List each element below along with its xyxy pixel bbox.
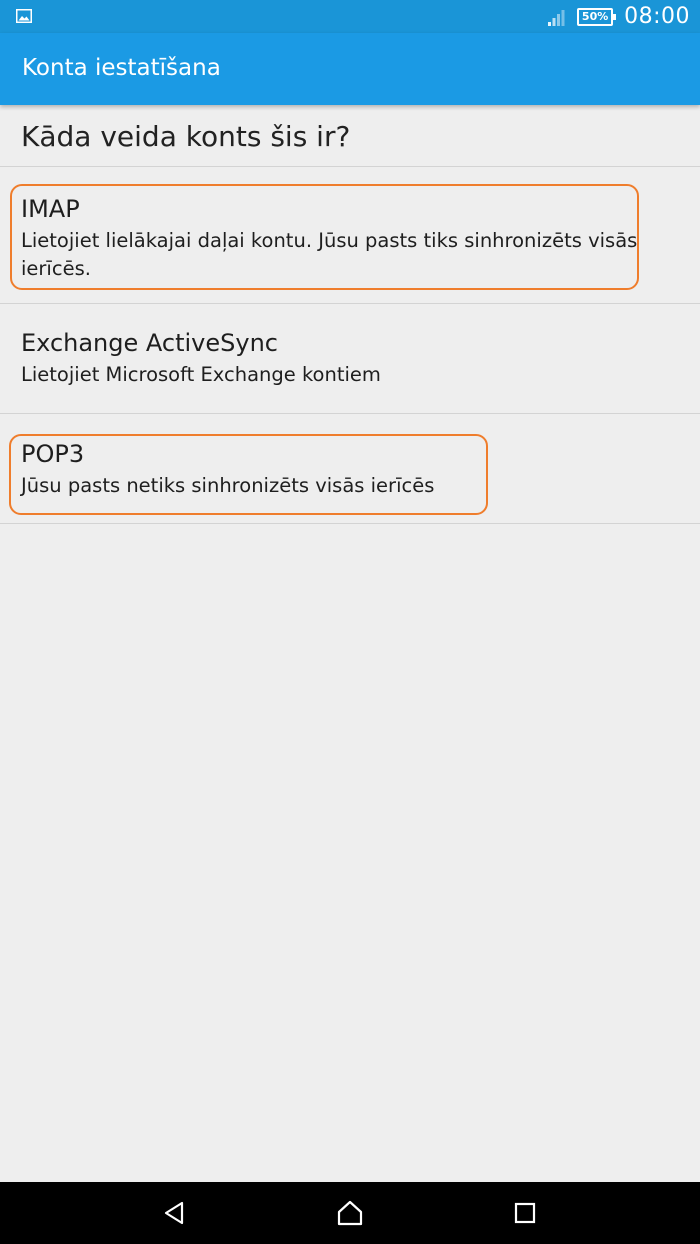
account-type-list: Kāda veida konts šis ir? IMAP Lietojiet … <box>0 105 700 524</box>
option-description: Jūsu pasts netiks sinhronizēts visās ier… <box>21 474 435 497</box>
recents-button[interactable] <box>495 1182 555 1244</box>
option-description: Lietojiet Microsoft Exchange kontiem <box>21 363 381 386</box>
question-heading: Kāda veida konts šis ir? <box>0 105 700 167</box>
home-button[interactable] <box>320 1182 380 1244</box>
option-title: Exchange ActiveSync <box>21 329 278 357</box>
screen: 50% 08:00 Konta iestatīšana Kāda veida k… <box>0 0 700 1244</box>
app-bar: Konta iestatīšana <box>0 33 700 105</box>
status-time: 08:00 <box>624 4 690 29</box>
recents-icon <box>514 1202 536 1224</box>
back-icon <box>164 1201 184 1225</box>
status-right: 50% 08:00 <box>547 0 690 33</box>
option-title: IMAP <box>21 195 80 223</box>
signal-icon <box>548 9 565 26</box>
option-pop3[interactable]: POP3 Jūsu pasts netiks sinhronizēts visā… <box>0 414 700 524</box>
option-title: POP3 <box>21 440 85 468</box>
status-bar: 50% 08:00 <box>0 0 700 33</box>
option-exchange-activesync[interactable]: Exchange ActiveSync Lietojiet Microsoft … <box>0 304 700 414</box>
home-icon <box>337 1200 363 1226</box>
navigation-bar <box>0 1182 700 1244</box>
option-description: Lietojiet lielākajai daļai kontu. Jūsu p… <box>21 229 638 280</box>
back-button[interactable] <box>145 1182 205 1244</box>
battery-level: 50% <box>581 10 609 23</box>
page-title: Konta iestatīšana <box>22 55 221 81</box>
option-imap[interactable]: IMAP Lietojiet lielākajai daļai kontu. J… <box>0 167 700 304</box>
image-notification-icon <box>16 9 32 23</box>
battery-icon: 50% <box>577 7 617 26</box>
